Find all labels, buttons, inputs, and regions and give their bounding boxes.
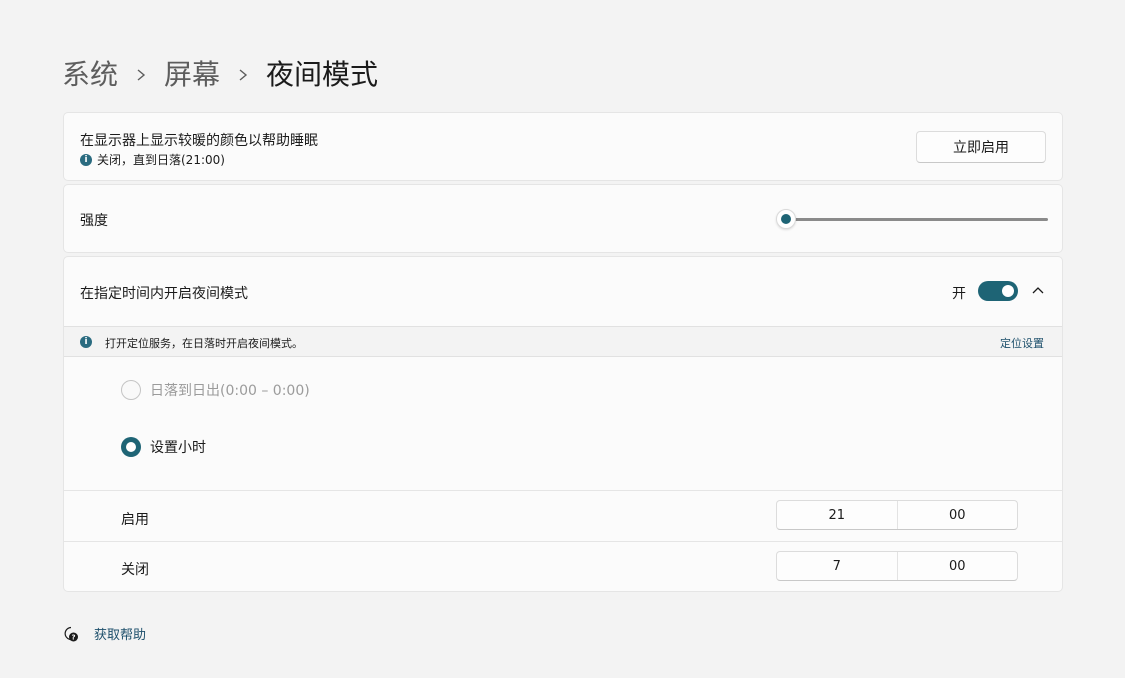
radio-sunset-to-sunrise[interactable]: 日落到日出(0:00 – 0:00)	[121, 380, 310, 400]
radio-button[interactable]	[121, 437, 141, 457]
hour-field[interactable]: 21	[777, 501, 897, 529]
enable-now-button[interactable]: 立即启用	[916, 131, 1046, 163]
radio-set-hours[interactable]: 设置小时	[121, 437, 206, 457]
strength-slider[interactable]	[776, 207, 1048, 231]
breadcrumb-item-display[interactable]: 屏幕	[164, 56, 220, 94]
help-icon: ?	[64, 626, 78, 641]
location-settings-link[interactable]: 定位设置	[1000, 335, 1044, 351]
toggle-state-label: 开	[952, 286, 966, 302]
info-icon: i	[80, 336, 92, 348]
strength-label: 强度	[80, 213, 108, 229]
radio-label: 设置小时	[150, 440, 206, 456]
hour-field[interactable]: 7	[777, 552, 897, 580]
divider	[64, 541, 1062, 542]
night-light-status: i 关闭，直到日落(21:00)	[80, 151, 225, 168]
turn-on-label: 启用	[121, 512, 149, 528]
info-icon: i	[80, 153, 92, 166]
schedule-title: 在指定时间内开启夜间模式	[80, 286, 248, 302]
radio-button[interactable]	[121, 380, 141, 400]
chevron-right-icon	[236, 68, 250, 82]
get-help[interactable]: ? 获取帮助	[62, 624, 146, 643]
breadcrumb: 系统 屏幕 夜间模式	[62, 56, 378, 94]
get-help-link[interactable]: 获取帮助	[94, 624, 146, 643]
location-info-bar: i 打开定位服务，在日落时开启夜间模式。 定位设置	[64, 326, 1062, 357]
breadcrumb-item-system[interactable]: 系统	[62, 56, 118, 94]
schedule-card: 在指定时间内开启夜间模式 开 i 打开定位服务，在日落时开启夜间模式。 定位设置…	[63, 256, 1063, 592]
turn-on-time-picker[interactable]: 21 00	[776, 500, 1018, 530]
svg-text:?: ?	[71, 633, 75, 641]
slider-track[interactable]	[788, 218, 1048, 221]
minute-field[interactable]: 00	[896, 501, 1018, 529]
night-light-status-text: 关闭，直到日落(21:00)	[97, 153, 225, 167]
turn-off-label: 关闭	[121, 562, 149, 578]
divider	[64, 490, 1062, 491]
chevron-up-icon[interactable]	[1030, 283, 1046, 299]
location-info-text: 打开定位服务，在日落时开启夜间模式。	[105, 337, 303, 350]
schedule-header[interactable]: 在指定时间内开启夜间模式 开	[64, 257, 1062, 325]
minute-field[interactable]: 00	[896, 552, 1018, 580]
strength-card: 强度	[63, 184, 1063, 253]
page-title: 夜间模式	[266, 58, 379, 91]
turn-off-time-picker[interactable]: 7 00	[776, 551, 1018, 581]
chevron-right-icon	[134, 68, 148, 82]
slider-thumb[interactable]	[776, 209, 796, 229]
night-light-card: 在显示器上显示较暖的颜色以帮助睡眠 i 关闭，直到日落(21:00) 立即启用	[63, 112, 1063, 181]
radio-label: 日落到日出(0:00 – 0:00)	[150, 383, 310, 399]
schedule-toggle[interactable]	[978, 281, 1018, 301]
night-light-title: 在显示器上显示较暖的颜色以帮助睡眠	[80, 133, 318, 149]
